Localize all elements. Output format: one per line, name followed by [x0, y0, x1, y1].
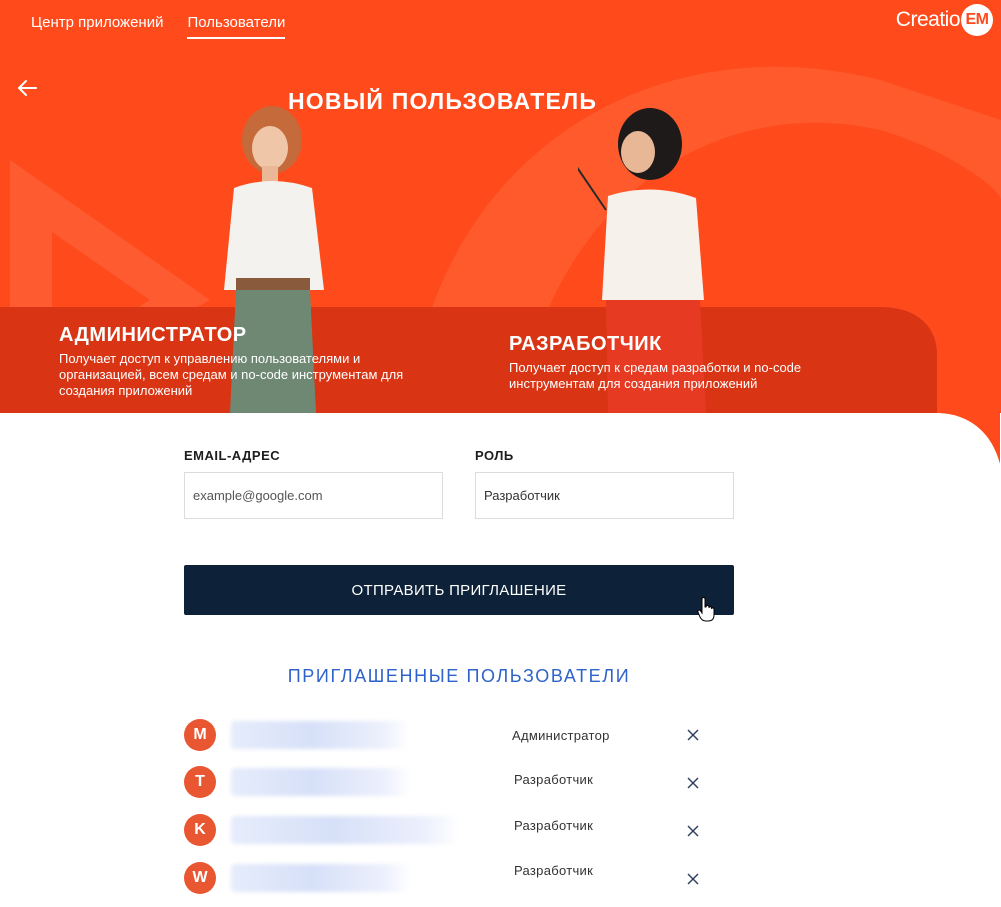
avatar: M	[184, 719, 216, 751]
close-icon[interactable]	[687, 729, 699, 741]
role-select[interactable]: Разработчик	[475, 472, 734, 519]
hero-curve	[936, 413, 1000, 465]
email-label: EMAIL-АДРЕС	[184, 448, 281, 463]
developer-card: РАЗРАБОТЧИК Получает доступ к средам раз…	[509, 333, 869, 392]
close-icon[interactable]	[687, 777, 699, 789]
hero-banner: Центр приложений Пользователи Creatio EM…	[0, 0, 1001, 413]
avatar: T	[184, 766, 216, 798]
user-email-redacted	[231, 721, 409, 749]
developer-card-title: РАЗРАБОТЧИК	[509, 333, 662, 355]
user-email-redacted	[231, 864, 411, 892]
logo-badge: EM	[961, 4, 993, 36]
invited-user-row: T Разработчик	[184, 766, 704, 802]
user-email-redacted	[231, 816, 459, 844]
send-invitation-button[interactable]: ОТПРАВИТЬ ПРИГЛАШЕНИЕ	[184, 565, 734, 615]
user-role: Разработчик	[514, 818, 594, 833]
user-email-redacted	[231, 768, 411, 796]
user-role: Разработчик	[514, 863, 594, 878]
page-title: НОВЫЙ ПОЛЬЗОВАТЕЛЬ	[288, 88, 598, 114]
administrator-card-title: АДМИНИСТРАТОР	[59, 324, 247, 346]
tab-app-center[interactable]: Центр приложений	[31, 14, 163, 39]
role-label: РОЛЬ	[475, 448, 514, 463]
logo-text: Creatio	[895, 8, 961, 31]
administrator-card: АДМИНИСТРАТОР Получает доступ к управлен…	[59, 324, 419, 399]
invited-user-row: M Администратор	[184, 719, 704, 755]
close-icon[interactable]	[687, 825, 699, 837]
email-input[interactable]	[184, 472, 443, 519]
invited-users-title: ПРИГЛАШЕННЫЕ ПОЛЬЗОВАТЕЛИ	[287, 666, 631, 686]
avatar: W	[184, 862, 216, 894]
developer-card-description: Получает доступ к средам разработки и no…	[509, 360, 802, 391]
user-role: Разработчик	[514, 772, 594, 787]
hand-pointer-icon	[697, 597, 715, 622]
tab-users[interactable]: Пользователи	[187, 14, 286, 39]
creatio-logo: Creatio EM	[896, 4, 993, 36]
avatar: K	[184, 814, 216, 846]
invited-user-row: K Разработчик	[184, 814, 704, 850]
top-navigation: Центр приложений Пользователи	[31, 14, 286, 39]
back-arrow-icon[interactable]	[16, 76, 40, 100]
close-icon[interactable]	[687, 873, 699, 885]
administrator-card-description: Получает доступ к управлению пользовател…	[59, 351, 404, 398]
user-role: Администратор	[512, 728, 610, 743]
invited-user-row: W Разработчик	[184, 862, 704, 898]
